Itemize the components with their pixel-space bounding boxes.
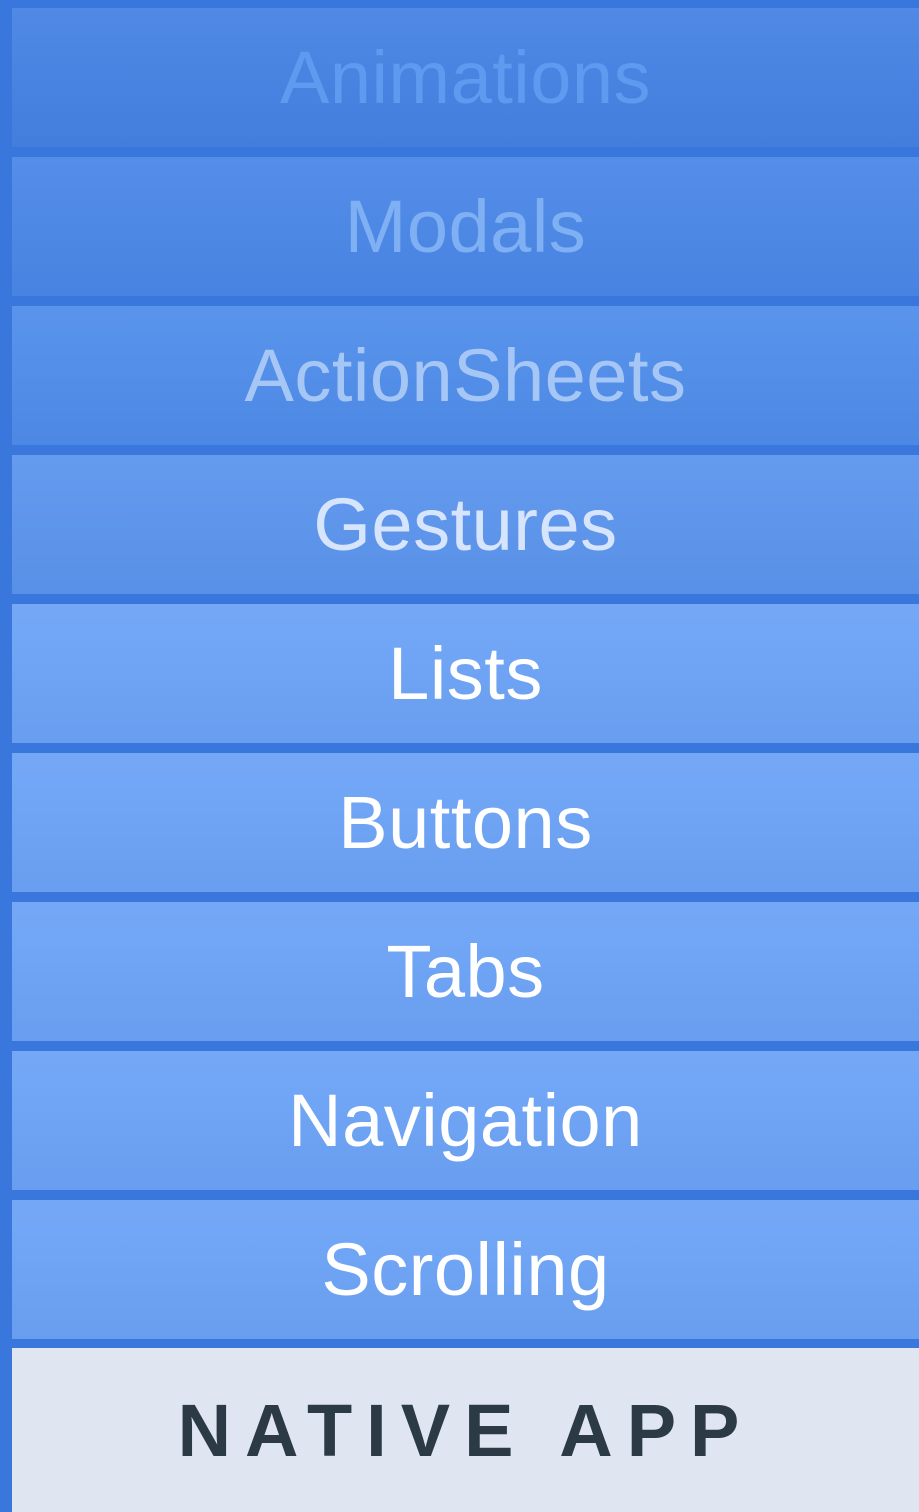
layer-label: Lists — [388, 631, 543, 715]
layer-scrolling[interactable]: Scrolling — [12, 1200, 919, 1339]
layer-gestures[interactable]: Gestures — [12, 455, 919, 594]
layer-label: ActionSheets — [244, 333, 687, 417]
layer-label: Tabs — [386, 929, 545, 1013]
layer-lists[interactable]: Lists — [12, 604, 919, 743]
native-app-base: NATIVE APP — [12, 1348, 919, 1512]
layer-label: Animations — [279, 35, 652, 119]
layer-animations[interactable]: Animations — [12, 8, 919, 147]
layer-label: Buttons — [338, 780, 593, 864]
layer-buttons[interactable]: Buttons — [12, 753, 919, 892]
layer-label: Navigation — [288, 1078, 643, 1162]
layer-label: Gestures — [313, 482, 618, 566]
layer-navigation[interactable]: Navigation — [12, 1051, 919, 1190]
layer-label: Modals — [344, 184, 587, 268]
layer-label: Scrolling — [321, 1227, 610, 1311]
layer-stack: Animations Modals ActionSheets Gestures … — [12, 0, 919, 1512]
layer-actionsheets[interactable]: ActionSheets — [12, 306, 919, 445]
layer-tabs[interactable]: Tabs — [12, 902, 919, 1041]
base-label: NATIVE APP — [177, 1388, 754, 1472]
layer-modals[interactable]: Modals — [12, 157, 919, 296]
